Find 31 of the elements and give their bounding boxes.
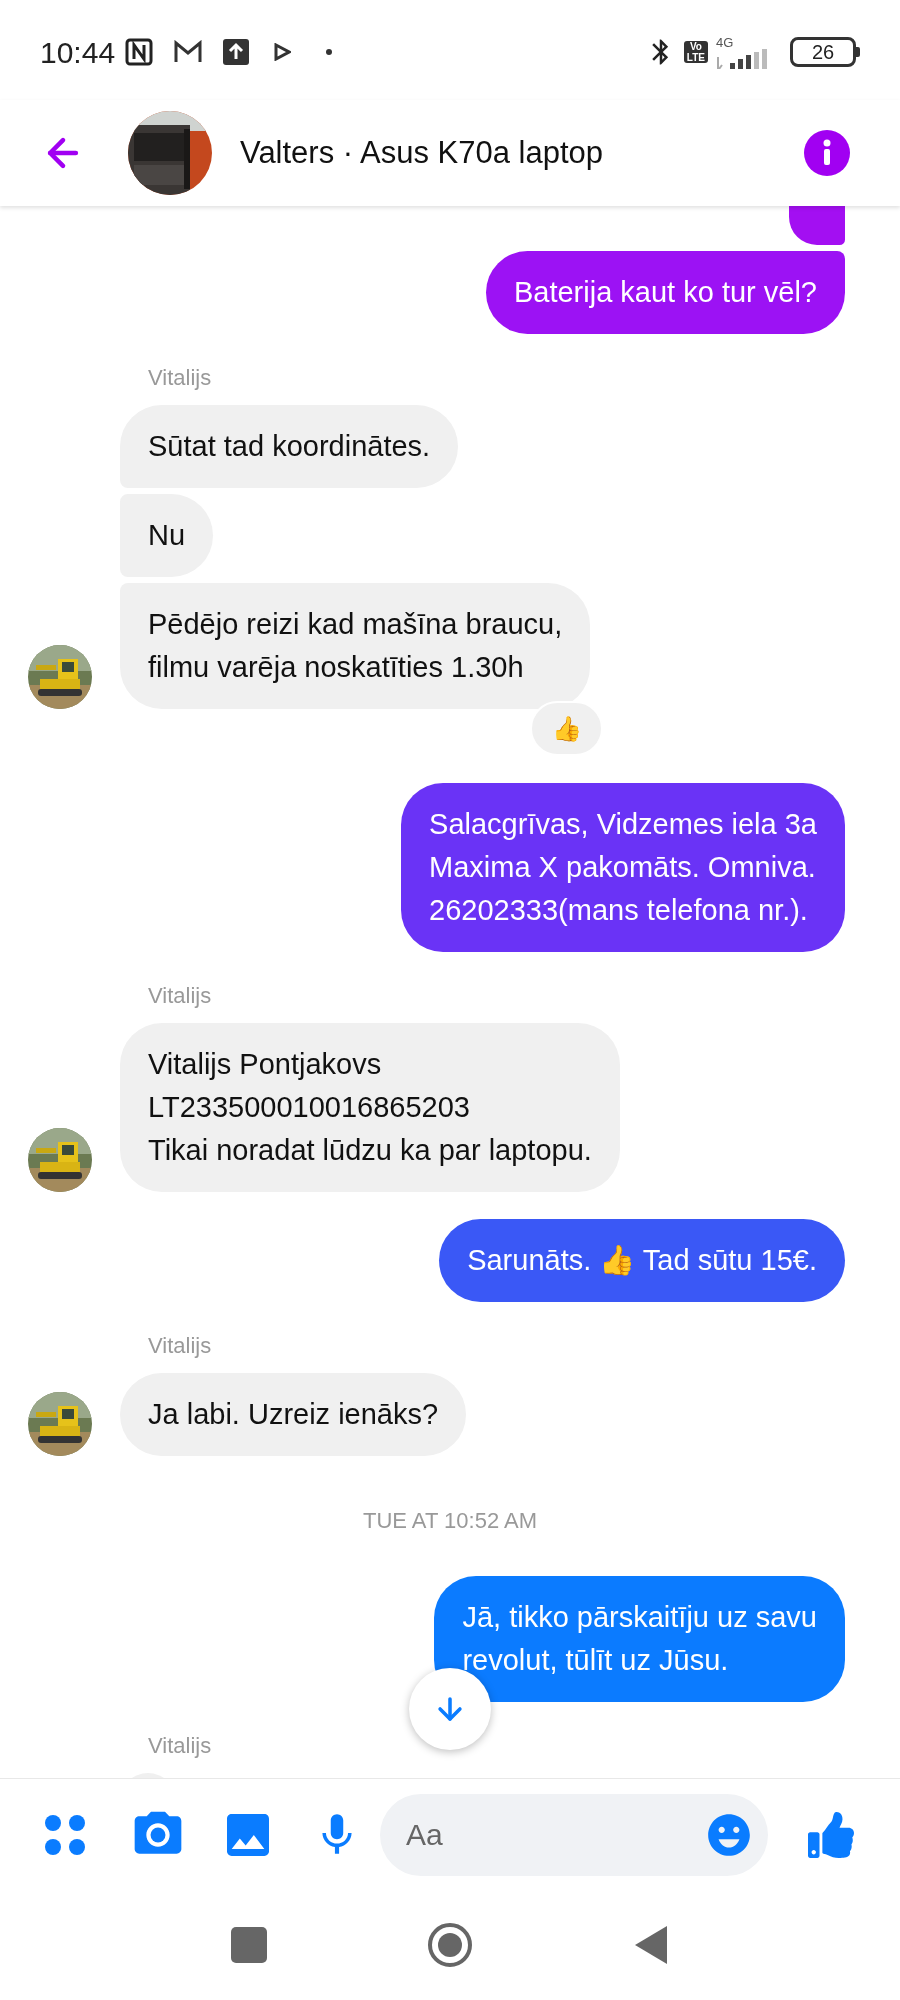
message-bubble: Sarunāts. 👍 Tad sūtu 15€.: [439, 1219, 845, 1302]
mail-icon: [173, 40, 204, 64]
network-type: 4G: [716, 35, 734, 49]
message-bubble: Jā, tikko pārskaitīju uz savu revolut, tūlīt uz Jūsu.: [434, 1576, 845, 1702]
message-bubble: Baterija kaut ko tur vēl?: [485, 251, 845, 334]
sender-name: Vitalijs: [148, 365, 212, 390]
volte-badge: Vo LTE: [683, 41, 708, 63]
sender-name: Vitalijs: [148, 1333, 212, 1358]
message-bubble: Ja labi. Uzreiz ienāks?: [120, 1373, 467, 1456]
apps-icon[interactable]: [44, 1813, 86, 1856]
message-bubble: Sūtat tad koordinātes.: [120, 405, 459, 488]
clock: 10:44: [40, 34, 116, 71]
message-bubble: Vitalijs Pontjakovs LT233500010016865203 Tikai noradat lūdzu ka par laptopu.: [120, 1023, 620, 1192]
signal-icon: [716, 48, 768, 69]
play-icon: [273, 43, 292, 61]
timestamp: TUE AT 10:52 AM: [362, 1507, 537, 1535]
info-icon[interactable]: [804, 130, 850, 176]
sender-name: Vitalijs: [148, 1733, 212, 1758]
message-bubble: Salacgrīvas, Vidzemes iela 3a Maxima X pakomāts. Omniva. 26202333(mans telefona nr.).: [401, 783, 845, 952]
upload-icon: [223, 39, 250, 65]
message-field[interactable]: Aa: [380, 1793, 768, 1876]
message-bubble: Pēdējo reizi kad mašīna braucu, filmu varēja noskatīties 1.30h: [120, 583, 591, 709]
home-icon[interactable]: [427, 1922, 473, 1968]
back-icon[interactable]: [633, 1924, 669, 1966]
sender-name: Vitalijs: [148, 983, 212, 1008]
thumbs-up-icon[interactable]: [808, 1811, 854, 1858]
message-bubble: Nu: [120, 494, 214, 577]
conversation-title: Valters · Asus K70a laptop: [240, 133, 604, 172]
reaction[interactable]: 👍: [530, 701, 603, 756]
dot-icon: [325, 48, 334, 56]
nfc-icon: [125, 38, 154, 66]
